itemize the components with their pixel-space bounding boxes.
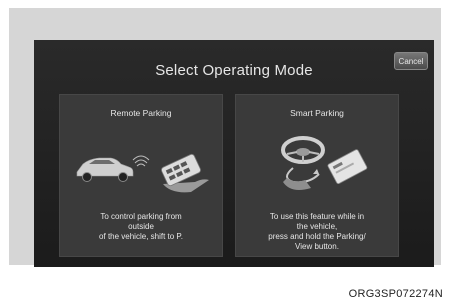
car-with-smart-key-icon <box>76 153 209 193</box>
remote-desc-line-3: of the vehicle, shift to P. <box>99 232 183 241</box>
screen-title: Select Operating Mode <box>155 62 313 79</box>
smart-desc-line-2: the vehicle, <box>296 222 338 231</box>
remote-parking-option[interactable]: Remote Parking To control parking from o… <box>59 94 223 257</box>
smart-parking-title: Smart Parking <box>290 108 344 118</box>
cancel-button[interactable]: Cancel <box>394 52 428 70</box>
figure-caption: ORG3SP072274N <box>348 288 443 300</box>
smart-parking-option[interactable]: Smart Parking To use this feature while … <box>235 94 399 257</box>
remote-parking-description: To control parking from outside of the v… <box>69 212 213 242</box>
smart-desc-line-4: View button. <box>295 242 339 251</box>
smart-desc-line-1: To use this feature while in <box>269 212 365 221</box>
smart-desc-line-3: press and hold the Parking/ <box>268 232 366 241</box>
infotainment-screen: Select Operating Mode Cancel Remote Park… <box>34 40 434 267</box>
steering-wheel-card-key-icon <box>281 136 368 190</box>
remote-parking-title: Remote Parking <box>110 108 172 118</box>
remote-desc-line-2: outside <box>128 222 154 231</box>
remote-desc-line-1: To control parking from <box>100 212 182 221</box>
smart-parking-description: To use this feature while in the vehicle… <box>245 212 389 252</box>
